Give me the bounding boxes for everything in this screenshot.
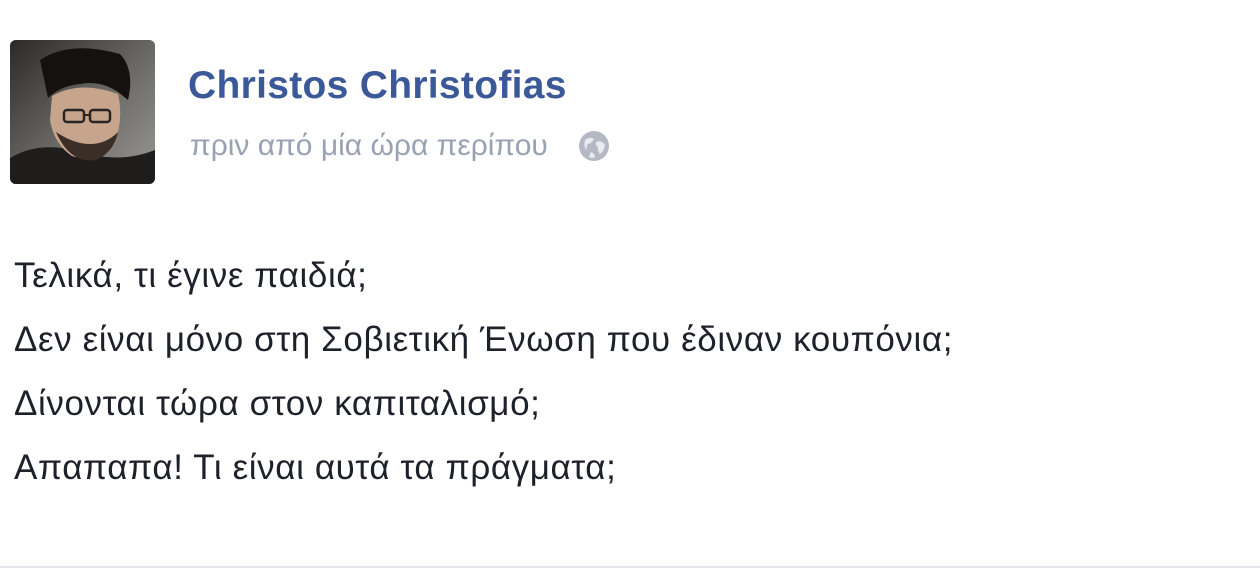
post-line-3: Δίνονται τώρα στον καπιταλισμό; <box>14 384 541 423</box>
post-meta: πριν από μία ώρα περίπου <box>190 126 612 166</box>
post-line-2: Δεν είναι μόνο στη Σοβιετική Ένωση που έ… <box>14 320 954 359</box>
post-line-1: Τελικά, τι έγινε παιδιά; <box>14 256 368 295</box>
facebook-post: Christos Christofias πριν από μία ώρα πε… <box>0 0 1260 574</box>
globe-icon[interactable] <box>576 128 612 164</box>
globe-icon-graphic <box>578 131 609 161</box>
author-name-link[interactable]: Christos Christofias <box>188 64 567 108</box>
post-message: Τελικά, τι έγινε παιδιά; Δεν είναι μόνο … <box>14 244 953 500</box>
post-timestamp[interactable]: πριν από μία ώρα περίπου <box>190 129 548 163</box>
profile-photo <box>10 40 155 184</box>
avatar[interactable] <box>10 40 155 184</box>
post-line-4: Απαπαπα! Τι είναι αυτά τα πράγματα; <box>14 448 617 487</box>
divider <box>0 566 1260 568</box>
